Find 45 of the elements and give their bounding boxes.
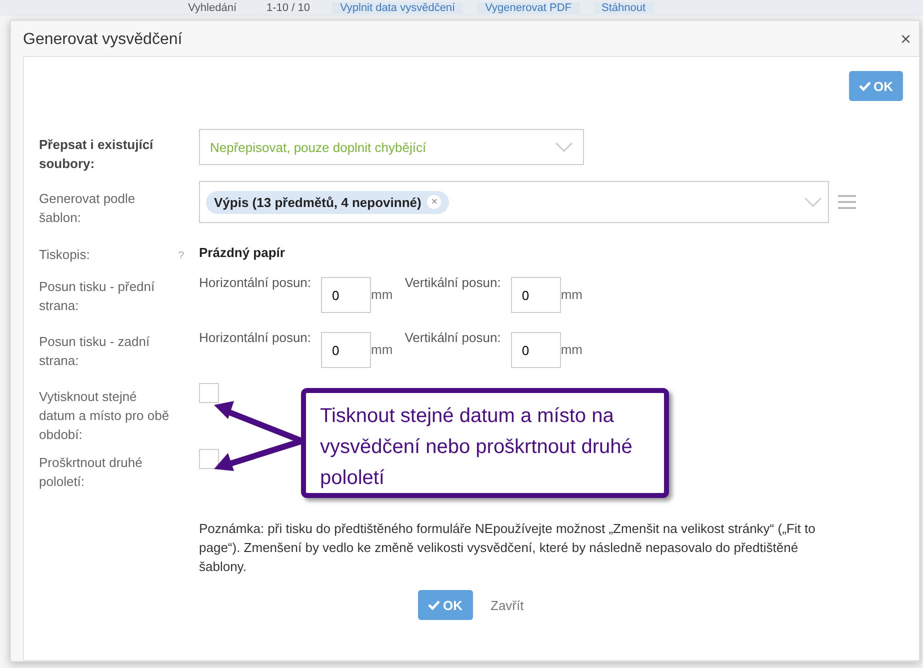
field-label: Tiskopis: bbox=[39, 246, 91, 264]
remove-tag-button[interactable]: × bbox=[427, 195, 442, 209]
template-select[interactable]: Výpis (13 předmětů, 4 nepovinné) × bbox=[199, 181, 829, 223]
chevron-down-icon bbox=[555, 142, 573, 152]
select-value: Nepřepisovat, pouze doplnit chybějící bbox=[210, 140, 426, 154]
field-label: Proškrtnout druhé pololetí: bbox=[39, 454, 144, 491]
offset-label: Horizontální posun: bbox=[199, 275, 312, 290]
toolbar-button[interactable]: Vyplnit data vysvědčení bbox=[332, 2, 464, 14]
overwrite-select[interactable]: Nepřepisovat, pouze doplnit chybějící bbox=[199, 129, 584, 165]
toolbar-button[interactable]: Vygenerovat PDF bbox=[477, 2, 580, 14]
field-label: Generovat podle šablon: bbox=[39, 190, 136, 227]
toolbar-label: 1-10 / 10 bbox=[266, 2, 311, 14]
ok-button[interactable]: OK bbox=[418, 590, 472, 620]
field-label: Posun tisku - přední strana: bbox=[39, 278, 156, 315]
checkbox[interactable] bbox=[199, 383, 219, 403]
help-mark[interactable]: ? bbox=[178, 250, 184, 262]
close-link[interactable]: Zavřít bbox=[484, 596, 530, 614]
template-tag: Výpis (13 předmětů, 4 nepovinné) × bbox=[206, 190, 450, 214]
field-label: Přepsat i existující soubory: bbox=[39, 136, 154, 173]
dialog-title: Generovat vysvědčení bbox=[23, 30, 182, 48]
unit-label: mm bbox=[371, 287, 393, 302]
offset-input[interactable]: 0 bbox=[510, 277, 561, 313]
unit-label: mm bbox=[371, 342, 393, 357]
note-text: Poznámka: při tisku do předtištěného formuláře NEpoužívejte možnost „Zmenšit na velikost stránky“ („Fit to page“). Zmenšení by vedlo ke změně velikosti vysvědčení, které by následně nepasovalo do předtištěné šablony. bbox=[199, 520, 816, 576]
offset-input[interactable]: 0 bbox=[321, 277, 372, 313]
chevron-down-icon bbox=[804, 197, 822, 207]
offset-label: Vertikální posun: bbox=[404, 275, 501, 290]
unit-label: mm bbox=[560, 287, 582, 302]
offset-input[interactable]: 0 bbox=[321, 332, 372, 368]
unit-label: mm bbox=[560, 342, 582, 357]
close-button[interactable]: × bbox=[900, 29, 911, 50]
check-icon bbox=[858, 81, 870, 91]
offset-label: Horizontální posun: bbox=[199, 330, 312, 345]
offset-input[interactable]: 0 bbox=[510, 332, 561, 368]
form-value: Prázdný papír bbox=[199, 245, 286, 260]
toolbar-label: Vyhledání bbox=[187, 2, 238, 14]
checkbox[interactable] bbox=[199, 449, 219, 469]
callout-box: Tisknout stejné datum a místo na vysvědčení nebo proškrtnout druhé pololetí bbox=[301, 388, 669, 498]
field-label: Posun tisku - zadní strana: bbox=[39, 333, 151, 370]
offset-label: Vertikální posun: bbox=[404, 330, 501, 345]
menu-icon[interactable] bbox=[837, 194, 857, 210]
ok-button[interactable]: OK bbox=[848, 71, 903, 101]
field-label: Vytisknout stejné datum a místo pro obě období: bbox=[39, 388, 170, 444]
toolbar-button[interactable]: Stáhnout bbox=[594, 2, 654, 14]
check-icon bbox=[428, 600, 440, 610]
